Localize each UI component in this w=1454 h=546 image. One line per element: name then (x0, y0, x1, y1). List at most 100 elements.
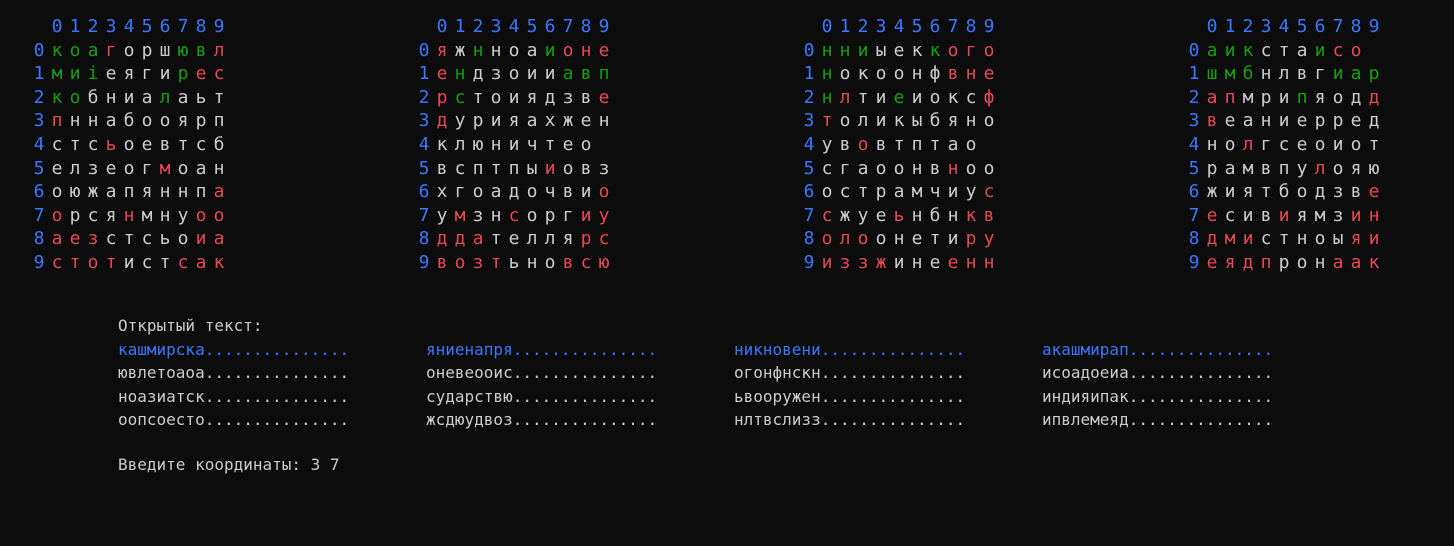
grid-cell: н (965, 251, 977, 273)
grid-cell: в (436, 251, 448, 273)
grid-cell: в (562, 251, 574, 273)
grid-cell: п (508, 157, 520, 179)
grid-row: 6хгоадочвио (415, 180, 613, 204)
grid-cell: н (947, 204, 959, 226)
grid-row: 4стсьоевтсб (30, 133, 228, 157)
grid-cell: в (580, 157, 592, 179)
grid-row: 8ддателлярс (415, 227, 613, 251)
grid-cell: о (123, 39, 135, 61)
grid-cell: ы (911, 110, 923, 132)
row-index: 9 (1188, 251, 1200, 273)
grid-3: 01234567890аикстаисо1шмбнлвгиар2апмрипяо… (1185, 15, 1383, 275)
grid-cell: у (821, 133, 833, 155)
grid-cell: т (821, 110, 833, 132)
grid-cell: а (1332, 251, 1344, 273)
grid-cell: о (123, 133, 135, 155)
grid-cell: о (893, 63, 905, 85)
grid-cell: п (195, 181, 207, 203)
column-index: 1 (454, 16, 466, 37)
grid-cell: ю (1368, 157, 1380, 179)
grid-cell: о (177, 228, 189, 250)
grid-cell: и (857, 39, 869, 61)
grid-cell: п (472, 157, 484, 179)
grid-cell: н (490, 39, 502, 61)
grid-cell: з (472, 251, 484, 273)
grid-cell: т (472, 86, 484, 108)
grid-cell: о (508, 63, 520, 85)
grid-cell: и (544, 63, 556, 85)
grid-cell: в (195, 39, 207, 61)
grid-cell: р (1332, 110, 1344, 132)
grid-cell: н (580, 39, 592, 61)
grid-cell: е (105, 157, 117, 179)
grid-cell: н (911, 204, 923, 226)
grid-cell: д (1242, 251, 1254, 273)
grid-cell: а (490, 181, 502, 203)
grid-cell: н (177, 181, 189, 203)
grid-cell: б (929, 204, 941, 226)
grid-cell: з (562, 86, 574, 108)
grid-row: 6оюжапяннпа (30, 180, 228, 204)
grid-cell: м (159, 157, 171, 179)
coordinates-prompt[interactable]: Введите координаты: 3 7 (118, 453, 340, 477)
grid-cell: н (1296, 228, 1308, 250)
grid-cell: т (105, 251, 117, 273)
grid-cell: ш (1206, 63, 1218, 85)
grid-row: 7орсянмнуоо (30, 204, 228, 228)
grid-cell: г (965, 39, 977, 61)
grid-cell: и (1368, 228, 1380, 250)
grid-cell: о (490, 86, 502, 108)
grid-cell: т (159, 251, 171, 273)
grid-cell: о (123, 157, 135, 179)
grid-row: 8аезстсьоиа (30, 227, 228, 251)
grid-cell: х (544, 110, 556, 132)
grid-row: 0коагоршювл (30, 39, 228, 63)
grid-cell: о (821, 228, 833, 250)
grid-cell: н (821, 39, 833, 61)
grid-cell: у (965, 181, 977, 203)
grid-cell: к (1368, 251, 1380, 273)
grid-cell: д (1350, 86, 1362, 108)
plaintext-line: кашмирска............... яниенапря.......… (118, 338, 1350, 362)
grid-cell: е (508, 228, 520, 250)
grid-cell: я (1242, 181, 1254, 203)
grid-cell: р (580, 228, 592, 250)
grid-cell: я (562, 228, 574, 250)
grid-cell: я (1350, 228, 1362, 250)
grid-cell: а (472, 228, 484, 250)
column-index: 3 (1260, 16, 1272, 37)
grid-cell: о (893, 157, 905, 179)
plaintext-fragment: исоадоеиа............... (1042, 363, 1274, 383)
grid-cell: у (454, 110, 466, 132)
grid-cell: д (1206, 228, 1218, 250)
grid-row: 5рамвпулояю (1185, 157, 1383, 181)
grid-cell: е (1368, 181, 1380, 203)
grid-cell: в (929, 157, 941, 179)
grid-cell: в (947, 63, 959, 85)
grid-cell: с (141, 228, 153, 250)
column-index: 9 (983, 16, 995, 37)
row-index: 2 (418, 86, 430, 108)
grid-cell: о (195, 204, 207, 226)
plaintext-fragment: огонфнскн............... (734, 363, 966, 383)
grid-cell: и (1224, 39, 1236, 61)
grid-cell: в (1206, 110, 1218, 132)
row-index: 8 (803, 228, 815, 250)
grid-cell: е (1206, 204, 1218, 226)
grid-cell: т (1260, 181, 1272, 203)
plaintext-fragment: кашмирска............... (118, 339, 350, 359)
grid-cell: н (893, 228, 905, 250)
grid-cell: о (983, 157, 995, 179)
grid-cell: ч (544, 181, 556, 203)
grid-cell: р (472, 110, 484, 132)
grid-cell: о (821, 181, 833, 203)
grid-cell: г (141, 157, 153, 179)
grid-cell: а (195, 251, 207, 273)
grid-cell: т (857, 86, 869, 108)
grid-row: 6острамчиус (800, 180, 998, 204)
plaintext-lines: кашмирска............... яниенапря.......… (118, 338, 1350, 432)
column-index: 6 (1314, 16, 1326, 37)
row-index: 7 (803, 204, 815, 226)
grid-cell: и (526, 63, 538, 85)
grid-cell: о (51, 204, 63, 226)
